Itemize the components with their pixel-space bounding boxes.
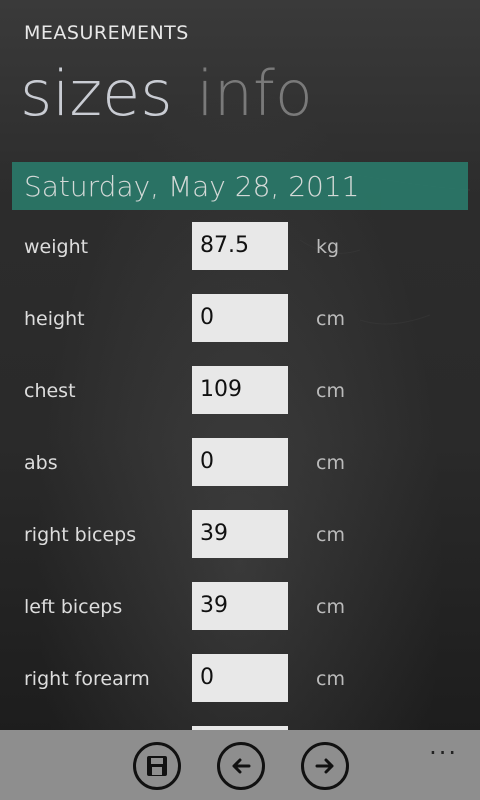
height-input[interactable]: 0 (192, 294, 288, 342)
row-unit: cm (316, 668, 345, 690)
row-label: right biceps (24, 524, 137, 546)
row-label: left biceps (24, 596, 123, 618)
more-options-button[interactable]: ... (429, 732, 458, 760)
row-label: weight (24, 236, 89, 258)
measurement-row-abs: abs 0 cm (0, 438, 480, 510)
date-label: Saturday, May 28, 2011 (24, 169, 360, 203)
row-unit: cm (316, 524, 345, 546)
forward-button[interactable] (301, 742, 349, 790)
row-unit: cm (316, 308, 345, 330)
save-icon (147, 756, 167, 776)
measurement-row-height: height 0 cm (0, 294, 480, 366)
row-label: abs (24, 452, 58, 474)
weight-input[interactable]: 87.5 (192, 222, 288, 270)
row-unit: kg (316, 236, 340, 258)
save-button[interactable] (133, 742, 181, 790)
back-arrow-icon (232, 758, 251, 774)
measurement-row-left-biceps: left biceps 39 cm (0, 582, 480, 654)
pivot-header: sizes info (20, 58, 313, 134)
abs-input[interactable]: 0 (192, 438, 288, 486)
forward-arrow-icon (315, 758, 334, 774)
measurement-list: weight 87.5 kg height 0 cm chest 109 cm … (0, 222, 480, 730)
row-unit: cm (316, 596, 345, 618)
measurement-row-right-forearm: right forearm 0 cm (0, 654, 480, 726)
measurement-row-weight: weight 87.5 kg (0, 222, 480, 294)
row-label: height (24, 308, 85, 330)
back-button[interactable] (217, 742, 265, 790)
row-label: right forearm (24, 668, 150, 690)
measurement-row-chest: chest 109 cm (0, 366, 480, 438)
right-biceps-input[interactable]: 39 (192, 510, 288, 558)
app-title: MEASUREMENTS (24, 22, 189, 44)
right-forearm-input[interactable]: 0 (192, 654, 288, 702)
date-picker-bar[interactable]: Saturday, May 28, 2011 (12, 162, 468, 210)
row-unit: cm (316, 452, 345, 474)
application-bar: ... (0, 730, 480, 800)
row-label: chest (24, 380, 76, 402)
pivot-item-info[interactable]: info (197, 58, 313, 134)
pivot-item-sizes[interactable]: sizes (20, 58, 173, 134)
measurement-row-right-biceps: right biceps 39 cm (0, 510, 480, 582)
chest-input[interactable]: 109 (192, 366, 288, 414)
left-biceps-input[interactable]: 39 (192, 582, 288, 630)
row-unit: cm (316, 380, 345, 402)
